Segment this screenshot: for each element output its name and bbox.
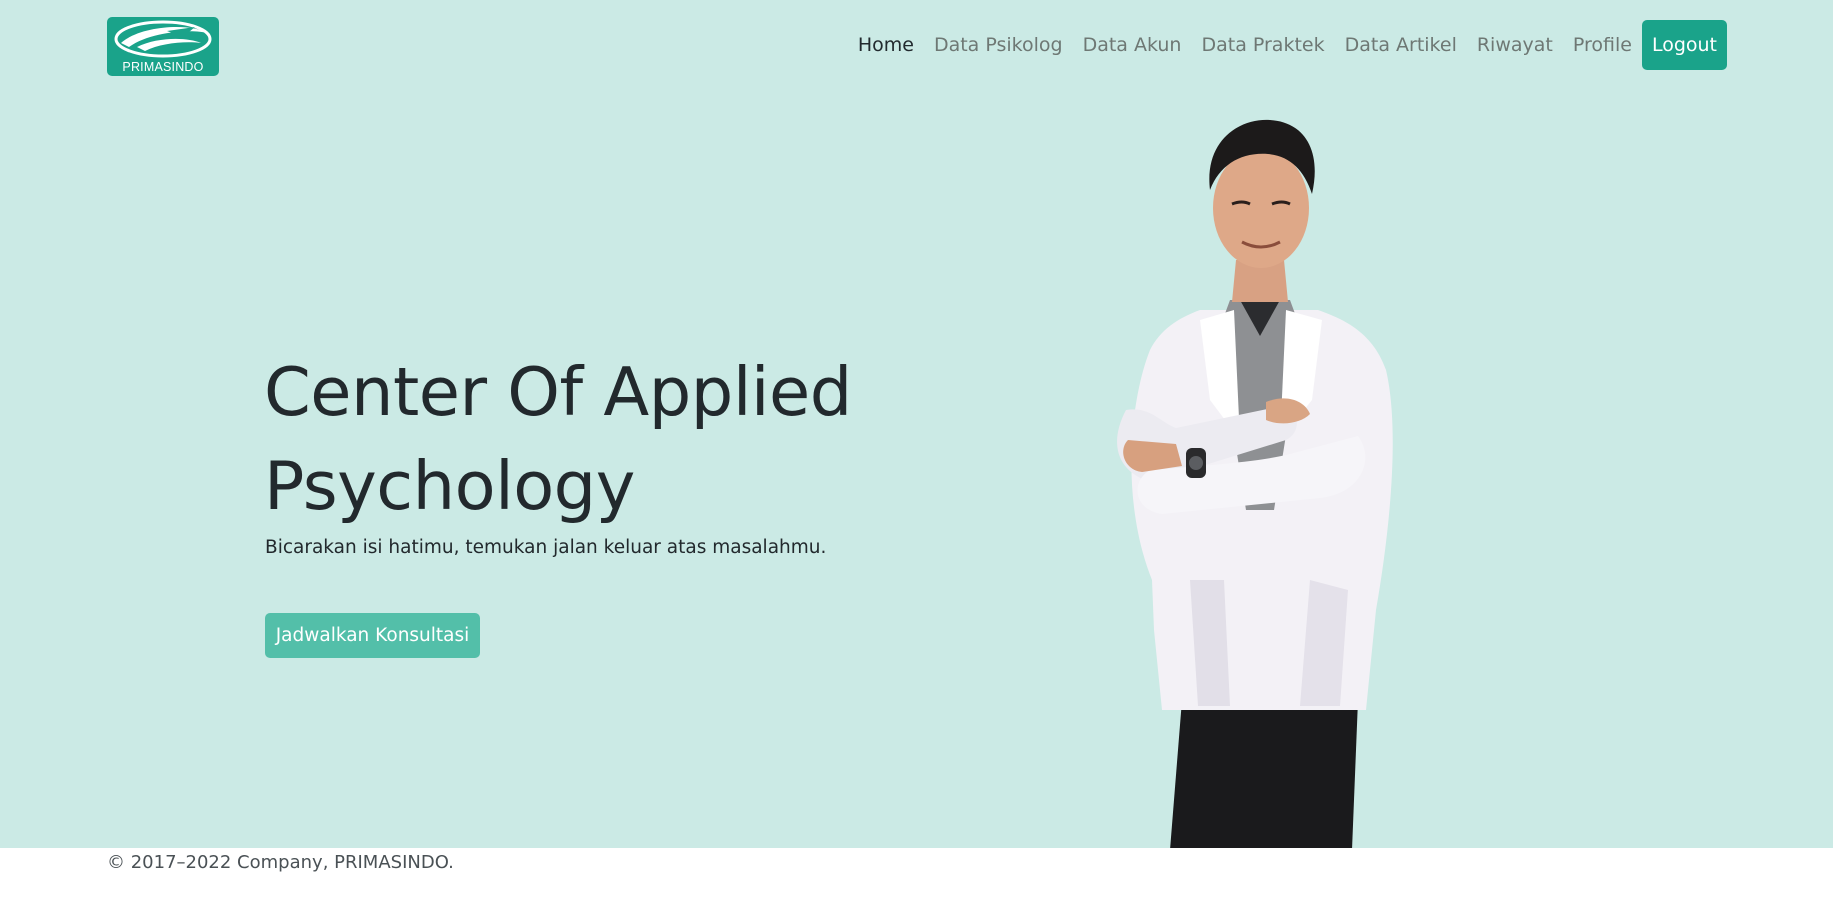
nav-item-data-akun[interactable]: Data Akun [1073,34,1192,56]
nav-item-riwayat[interactable]: Riwayat [1467,34,1563,56]
nav-item-data-psikolog[interactable]: Data Psikolog [924,34,1073,56]
main-navigation: Home Data Psikolog Data Akun Data Prakte… [848,20,1727,70]
nav-item-data-praktek[interactable]: Data Praktek [1191,34,1334,56]
hero-section: PRIMASINDO Home Data Psikolog Data Akun … [0,0,1833,848]
schedule-consultation-button[interactable]: Jadwalkan Konsultasi [265,613,480,658]
logout-button[interactable]: Logout [1641,20,1727,70]
logo-swoosh-icon [114,20,212,58]
nav-item-data-artikel[interactable]: Data Artikel [1335,34,1467,56]
brand-name: PRIMASINDO [122,60,204,74]
brand-logo[interactable]: PRIMASINDO [107,17,219,76]
nav-item-home[interactable]: Home [848,34,924,56]
psychologist-photo [1117,119,1393,848]
nav-item-profile[interactable]: Profile [1563,34,1642,56]
footer-copyright: © 2017–2022 Company, PRIMASINDO. [107,852,454,873]
hero-title: Center Of Applied Psychology [264,353,852,525]
hero-subtitle: Bicarakan isi hatimu, temukan jalan kelu… [265,537,827,558]
